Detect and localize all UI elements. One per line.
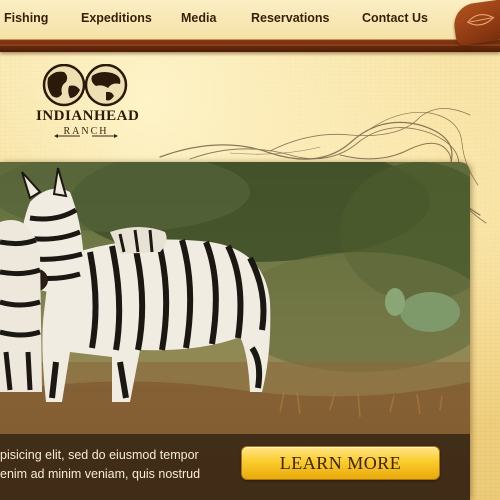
caption-line-2: enim ad minim veniam, quis nostrud <box>0 467 201 481</box>
leaf-icon <box>466 13 495 26</box>
nav-item-fishing[interactable]: Fishing <box>4 11 48 25</box>
hero-photo: pisicing elit, sed do eiusmod tempor eni… <box>0 162 470 500</box>
nav-item-reservations[interactable]: Reservations <box>251 11 330 25</box>
brand-subtitle: RANCH <box>63 126 109 137</box>
nav-item-contact-us[interactable]: Contact Us <box>362 11 428 25</box>
nav-item-expeditions[interactable]: Expeditions <box>81 11 152 25</box>
top-nav: Fishing Expeditions Media Reservations C… <box>0 0 500 40</box>
brand-name: INDIANHEAD <box>36 108 140 124</box>
nav-item-media[interactable]: Media <box>181 11 216 25</box>
wood-divider <box>0 40 500 52</box>
caption-line-1: pisicing elit, sed do eiusmod tempor <box>0 448 199 462</box>
learn-more-button[interactable]: LEARN MORE <box>241 446 440 480</box>
